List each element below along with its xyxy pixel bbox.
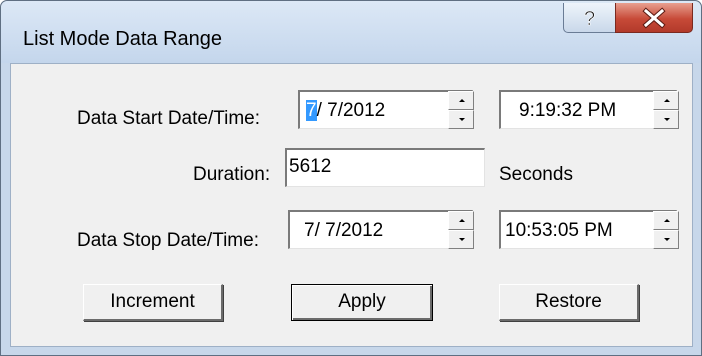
close-icon [642, 7, 666, 29]
stop-time-spinner[interactable] [653, 211, 679, 249]
start-datetime-label: Data Start Date/Time: [77, 108, 261, 129]
duration-input[interactable]: 5612 [285, 148, 485, 187]
spinner-up-button[interactable] [653, 91, 679, 110]
arrow-up-icon [664, 99, 670, 102]
arrow-down-icon [459, 118, 465, 121]
spinner-down-button[interactable] [448, 230, 474, 249]
arrow-up-icon [459, 99, 465, 102]
duration-value: 5612 [289, 156, 332, 177]
start-time-picker[interactable]: 9:19:32 PM [499, 90, 677, 129]
help-button[interactable]: ? [563, 3, 616, 33]
stop-date-value: 7/ 7/2012 [304, 220, 384, 241]
spinner-down-button[interactable] [653, 110, 679, 129]
svg-text:?: ? [584, 8, 595, 30]
spinner-up-button[interactable] [653, 211, 679, 230]
window-title: List Mode Data Range [23, 28, 223, 50]
start-time-value: 9:19:32 PM [519, 100, 617, 121]
restore-button[interactable]: Restore [499, 284, 639, 321]
spinner-up-button[interactable] [448, 211, 474, 230]
start-date-selected-field: 7 [306, 100, 317, 121]
arrow-down-icon [664, 118, 670, 121]
title-bar[interactable]: List Mode Data Range ? [1, 1, 701, 63]
apply-button[interactable]: Apply [291, 284, 433, 321]
spinner-down-button[interactable] [448, 110, 474, 129]
start-date-value: / 7/2012 [316, 100, 386, 121]
start-time-spinner[interactable] [653, 91, 679, 129]
arrow-up-icon [459, 219, 465, 222]
help-icon: ? [584, 8, 596, 31]
stop-date-picker[interactable]: 7/ 7/2012 [288, 210, 473, 249]
stop-time-value: 10:53:05 PM [505, 220, 613, 241]
stop-time-picker[interactable]: 10:53:05 PM [499, 210, 677, 249]
arrow-down-icon [664, 238, 670, 241]
duration-label: Duration: [193, 164, 271, 185]
spinner-up-button[interactable] [448, 91, 474, 110]
duration-unit-label: Seconds [499, 164, 573, 185]
arrow-up-icon [664, 219, 670, 222]
stop-datetime-label: Data Stop Date/Time: [77, 230, 259, 251]
spinner-down-button[interactable] [653, 230, 679, 249]
start-date-picker[interactable]: 7/ 7/2012 [298, 90, 473, 129]
increment-button[interactable]: Increment [83, 284, 223, 321]
start-date-spinner[interactable] [448, 91, 474, 129]
close-button[interactable] [615, 3, 693, 33]
arrow-down-icon [459, 238, 465, 241]
dialog-window: List Mode Data Range ? Data Start Date/T… [0, 0, 702, 356]
dialog-client-area: Data Start Date/Time: 7/ 7/2012 9:19:32 … [10, 63, 693, 347]
stop-date-spinner[interactable] [448, 211, 474, 249]
